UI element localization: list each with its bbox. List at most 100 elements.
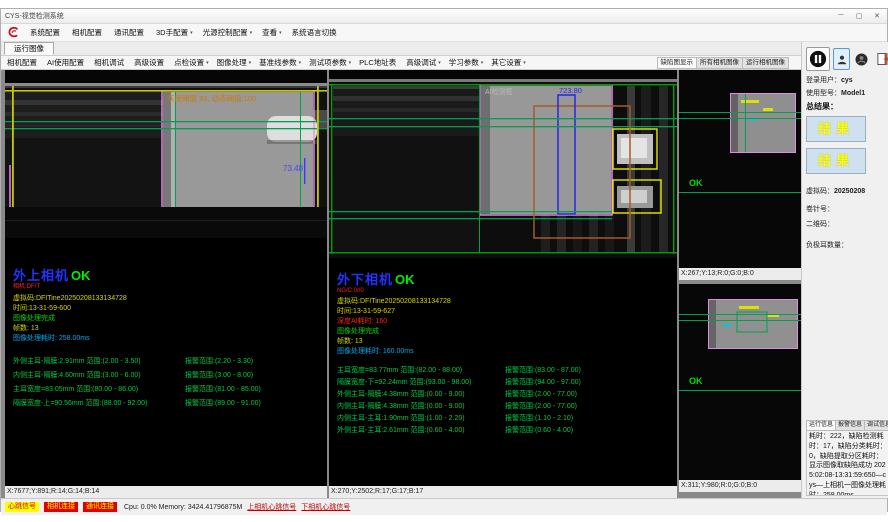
- tool-learning-params[interactable]: 学习参数▾: [449, 57, 484, 68]
- tool-advanced-debug[interactable]: 高级调试▾: [406, 57, 441, 68]
- pause-button[interactable]: [806, 47, 830, 71]
- qr-code-label: 二维码：: [806, 221, 834, 228]
- camera-view-lower[interactable]: AI检测框 723.80 外下相机OK NG/C:0//0 虚拟码:DFITin…: [329, 70, 677, 486]
- virtual-code-label: 虚拟码：: [806, 188, 834, 195]
- cpu-memory-readout: Cpu: 0.0% Memory: 3424.41796875M: [124, 504, 242, 511]
- alarm-range: 报警范围:(0.60 - 4.00): [505, 425, 573, 437]
- log-box: 耗时：222，缺陷检测耗时：17，缺陷分类耗时：0，缺陷提取分区耗时：显示图像取…: [806, 431, 888, 496]
- tool-advanced-settings[interactable]: 高级设置: [134, 57, 166, 68]
- alarm-range: 报警范围:(94.00 - 97.00): [505, 377, 581, 389]
- view-tab-defect[interactable]: 缺陷图显示: [657, 57, 698, 69]
- tool-baseline-params[interactable]: 基准线参数▾: [259, 57, 301, 68]
- thumbnail-image-top: OK: [679, 70, 801, 268]
- menu-item-language-switch[interactable]: 系统语言切换: [292, 27, 339, 38]
- camera-overlay-upper: 外上相机OK 相机:DF/T 虚拟码:DFITine20250208133134…: [5, 265, 327, 412]
- process-time: 图像处理耗时: 258.00ms: [13, 334, 327, 344]
- tab-run-image[interactable]: 运行图像: [4, 42, 54, 55]
- process-time: 图像处理耗时: 160.00ms: [337, 347, 677, 357]
- capture-time: 时间:13-31-59-627: [337, 307, 677, 317]
- menu-item-light-config[interactable]: 光源控制配置▾: [203, 27, 253, 38]
- measurement-row: 主耳宽度=83.77mm 范围:(82.00 - 88.00)报警范围:(83.…: [337, 365, 677, 377]
- capture-time: 时间:13-31-59-600: [13, 304, 327, 314]
- main-area: 灰度阈值:93, 动态阈值:100 73.48 外上相机OK 相机:DF/T 虚…: [1, 70, 801, 498]
- thumbnail-column: OK X:267;Y:13;R:0;G:0;B:0: [679, 70, 801, 498]
- pixel-coords-readout: X:270;Y:2502;R:17;G:17;B:17: [329, 486, 677, 498]
- measurement-row: 内侧主耳-隔膜:4.60mm 范围:(3.00 - 6.00)报警范围:(3.0…: [13, 370, 327, 384]
- result-badge-upper: 结果: [806, 116, 866, 142]
- thumbnail-view-top[interactable]: OK: [679, 70, 801, 268]
- tool-ai-use-config[interactable]: AI使用配置: [47, 57, 86, 68]
- alarm-range: 报警范围:(2.20 - 3.30): [185, 356, 253, 370]
- status-ok: OK: [395, 272, 415, 287]
- threshold-label: 灰度阈值:93, 动态阈值:100: [167, 93, 256, 103]
- tool-label: AI使用配置: [47, 57, 84, 68]
- view-tab-run-cameras[interactable]: 运行相机图像: [743, 57, 789, 69]
- camera-title: 外上相机OK: [13, 265, 327, 285]
- camera-image-lower: AI检测框 723.80: [329, 70, 677, 258]
- tool-label: 相机调试: [94, 57, 124, 68]
- tab-count-row: 负极耳数量：: [806, 239, 888, 252]
- tool-camera-debug[interactable]: 相机调试: [94, 57, 126, 68]
- maximize-icon[interactable]: ▢: [853, 12, 865, 20]
- tool-test-params[interactable]: 测试项参数▾: [309, 57, 351, 68]
- chevron-down-icon: ▾: [190, 30, 193, 36]
- heartbeat-status-badge: 心跳信号: [5, 502, 39, 512]
- tool-label: 测试项参数: [309, 57, 347, 68]
- menu-label: 3D手配置: [156, 27, 188, 38]
- view-tab-all-cameras[interactable]: 所有相机图像: [697, 57, 743, 69]
- tool-spot-check[interactable]: 点检设置▾: [174, 57, 209, 68]
- measurement-row: 主耳宽度=83.05mm 范围:(80.00 - 86.00)报警范围:(81.…: [13, 384, 327, 398]
- tool-label: 相机配置: [7, 57, 37, 68]
- login-user-label: 登录用户：: [806, 77, 841, 84]
- alarm-range: 报警范围:(3.00 - 8.00): [185, 370, 253, 384]
- model-value[interactable]: Model1: [841, 90, 865, 97]
- menu-label: 光源控制配置: [203, 27, 248, 38]
- measure-value-blue: 73.48: [283, 164, 304, 173]
- close-icon[interactable]: ✕: [871, 12, 883, 20]
- minimize-icon[interactable]: ─: [835, 12, 847, 20]
- camera-view-upper[interactable]: 灰度阈值:93, 动态阈值:100 73.48 外上相机OK 相机:DF/T 虚…: [5, 70, 327, 486]
- menu-label: 系统配置: [30, 27, 60, 38]
- account-button[interactable]: [853, 51, 870, 68]
- menu-item-comm-config[interactable]: 通讯配置: [114, 27, 146, 38]
- status-bar: 心跳信号 相机连接 通讯连接 Cpu: 0.0% Memory: 3424.41…: [1, 498, 887, 515]
- menu-item-3d-config[interactable]: 3D手配置▾: [156, 27, 193, 38]
- thumbnail-view-bottom[interactable]: OK: [679, 284, 801, 480]
- tool-label: 学习参数: [449, 57, 479, 68]
- tool-camera-config[interactable]: 相机配置: [7, 57, 39, 68]
- virtual-code: 虚拟码:DFITine20250208133134728: [337, 297, 677, 307]
- info-tab-alarm[interactable]: 报警信息: [836, 420, 865, 431]
- right-panel: 登录用户：cys 使用型号：Model1 总结果： 结果 结果 虚拟码：2025…: [801, 42, 888, 498]
- tool-image-processing[interactable]: 图像处理▾: [217, 57, 252, 68]
- content-row: 运行图像 相机配置 AI使用配置 相机调试 高级设置 点检设置▾ 图像处理▾ 基…: [1, 42, 887, 498]
- tool-plc-address-table[interactable]: PLC地址表: [359, 57, 398, 68]
- process-done: 图像处理完成: [337, 327, 677, 337]
- tool-other-settings[interactable]: 其它设置▾: [491, 57, 526, 68]
- window-title: CYS-视觉检测系统: [5, 11, 64, 21]
- tool-label: 图像处理: [217, 57, 247, 68]
- window-controls: ─ ▢ ✕: [835, 12, 883, 20]
- menu-item-system-config[interactable]: 系统配置: [30, 27, 62, 38]
- alarm-range: 报警范围:(1.10 - 2.10): [505, 413, 573, 425]
- ai-time: 深度AI耗时: 160: [337, 317, 677, 327]
- pixel-coords-readout: X:267;Y:13;R:0;G:0;B:0: [679, 268, 801, 280]
- virtual-code: 虚拟码:DFITine20250208133134728: [13, 294, 327, 304]
- login-user-value: cys: [841, 77, 853, 84]
- pixel-coords-readout: X:311;Y:980;R:0;G:0;B:0: [679, 480, 801, 492]
- measure-value-blue: 723.80: [559, 86, 582, 95]
- measurement-text: 外侧主耳-主耳:2.61mm 范围:(0.60 - 4.00): [337, 425, 505, 437]
- menu-item-view[interactable]: 查看▾: [262, 27, 282, 38]
- user-login-button[interactable]: [833, 48, 850, 70]
- exit-button[interactable]: [873, 49, 888, 69]
- measurement-row: 隔膜宽度-上=90.56mm 范围:(88.00 - 92.00)报警范围:(8…: [13, 398, 327, 412]
- model-row: 使用型号：Model1: [806, 87, 888, 100]
- info-tab-debug[interactable]: 调试信息: [865, 420, 888, 431]
- alarm-range: 报警范围:(2.00 - 77.00): [505, 389, 577, 401]
- upper-camera-heartbeat: 上相机心跳信号: [247, 502, 296, 512]
- status-ok: OK: [71, 268, 91, 283]
- info-tab-run[interactable]: 运行信息: [806, 420, 836, 431]
- camera-name: 外上相机: [13, 268, 69, 283]
- menu-bar: 系统配置 相机配置 通讯配置 3D手配置▾ 光源控制配置▾ 查看▾ 系统语言切换: [1, 24, 887, 42]
- menu-item-camera-config[interactable]: 相机配置: [72, 27, 104, 38]
- thumbnail-image-bottom: OK: [679, 284, 801, 480]
